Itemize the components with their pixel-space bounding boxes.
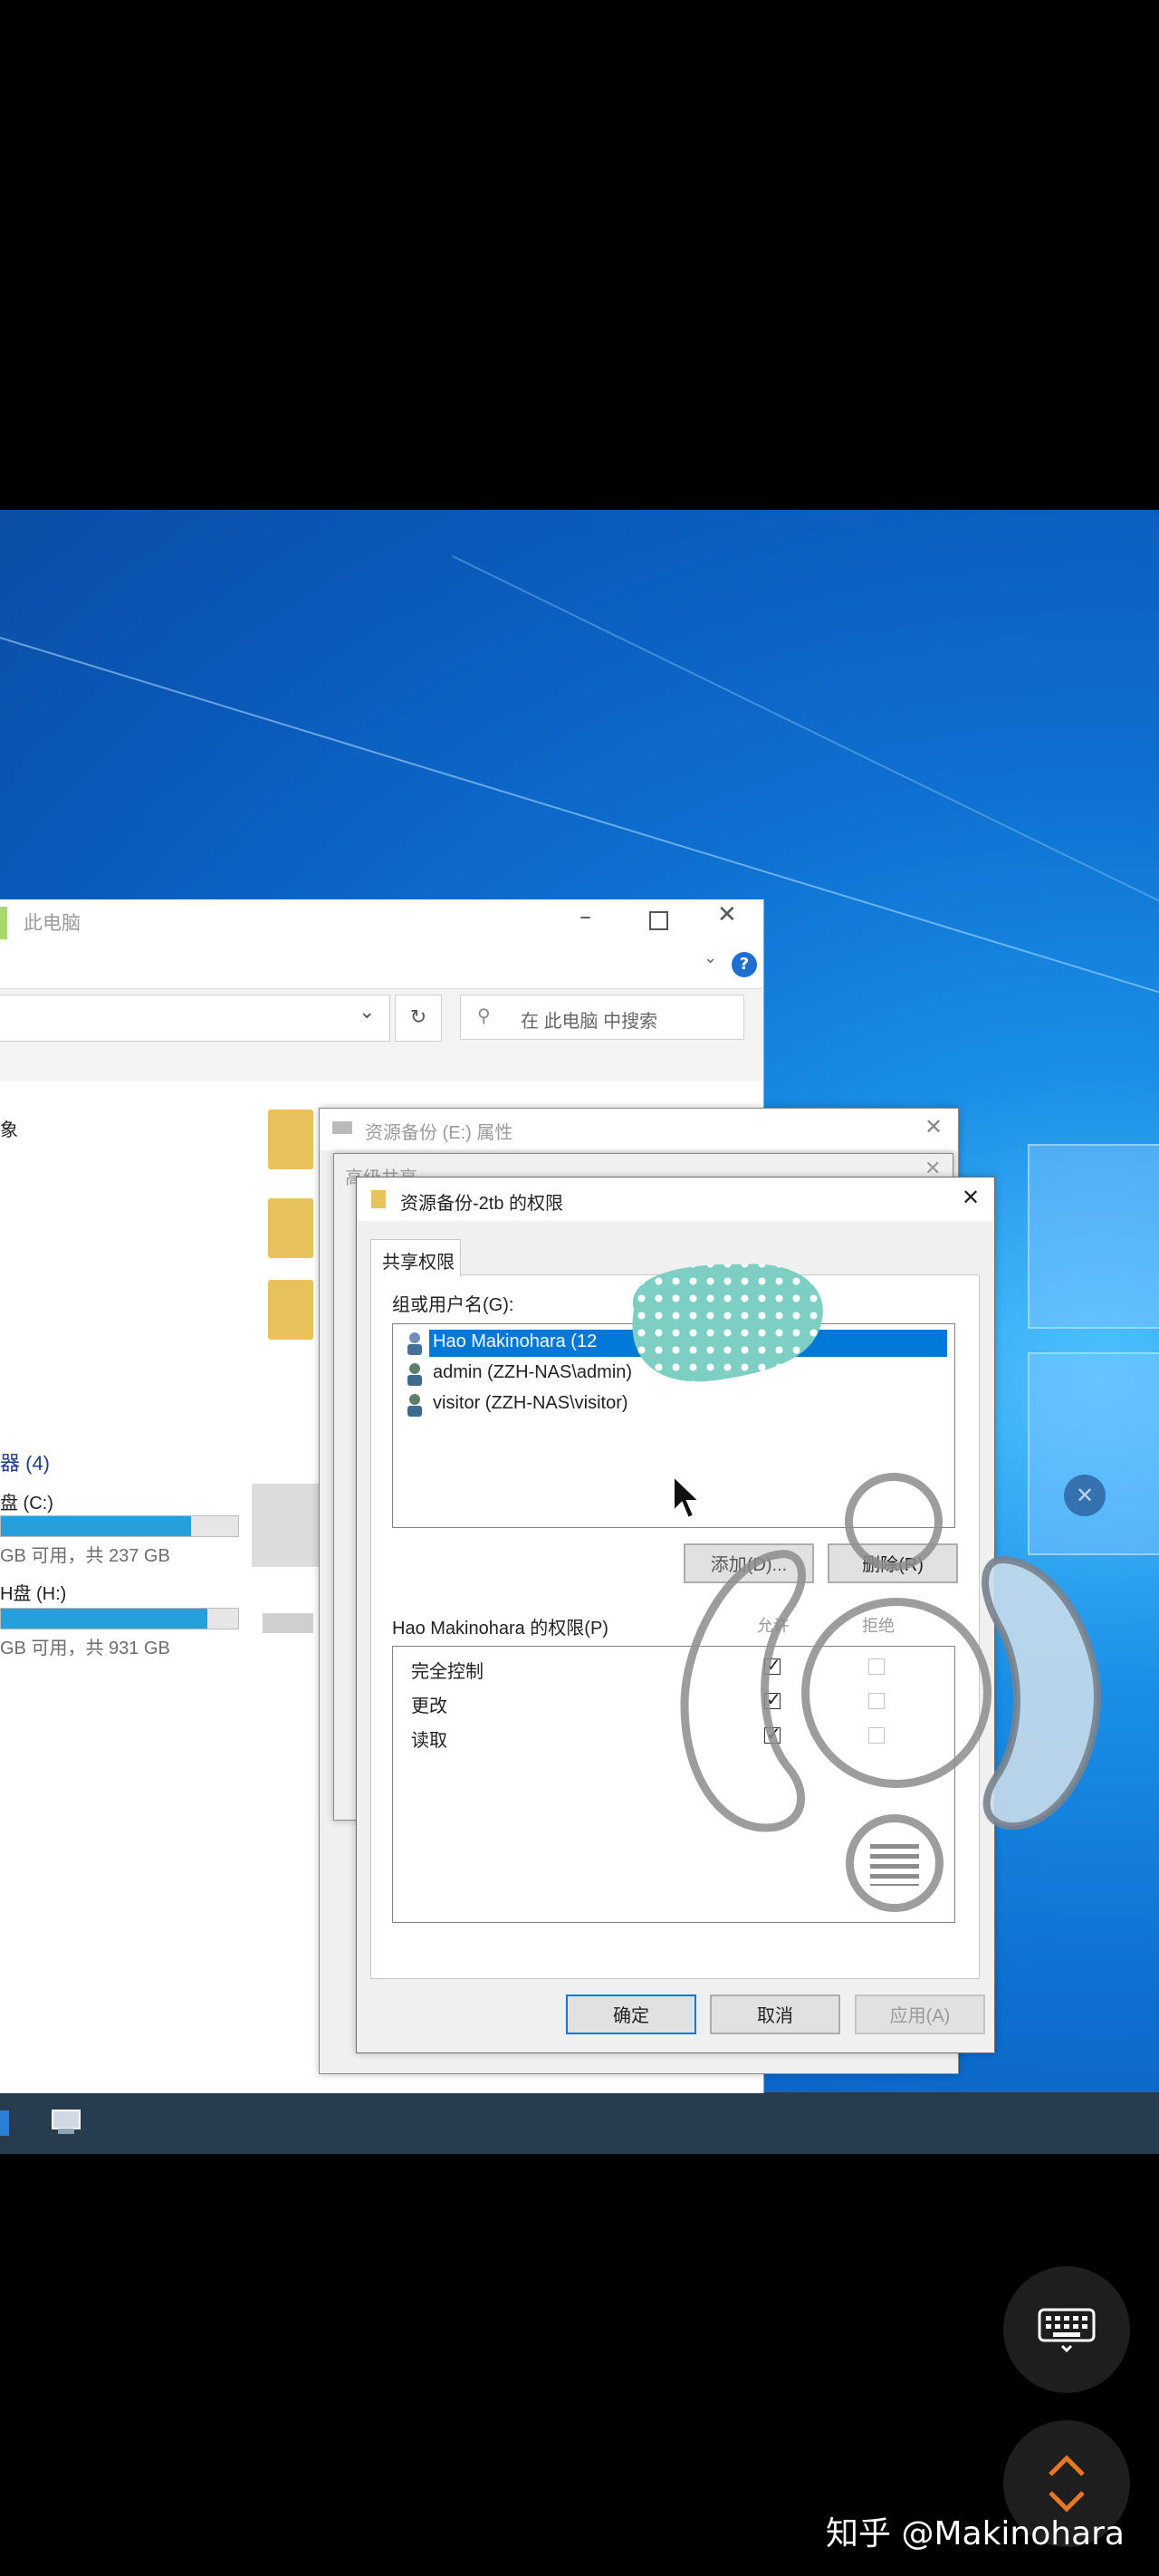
search-input[interactable]: ⚲ 在 此电脑 中搜索 xyxy=(460,995,744,1040)
cancel-button[interactable]: 取消 xyxy=(710,1994,840,2034)
drive-c-info: GB 可用，共 237 GB xyxy=(0,1546,170,1566)
tab-label: 共享权限 xyxy=(382,1253,455,1273)
user-label: visitor (ZZH-NAS\visitor) xyxy=(433,1393,628,1413)
user-icon xyxy=(407,1394,422,1417)
permissions-label: Hao Makinohara 的权限(P) xyxy=(392,1619,608,1639)
permission-name: 读取 xyxy=(411,1731,447,1751)
drive-h-usage-fill xyxy=(1,1609,207,1629)
permission-name: 完全控制 xyxy=(411,1662,484,1682)
overlay-joystick[interactable] xyxy=(801,1598,991,1788)
user-icon xyxy=(407,1363,422,1386)
windows-logo-pane xyxy=(1028,1352,1159,1555)
maximize-icon[interactable] xyxy=(649,911,668,930)
drive-c-icon[interactable] xyxy=(252,1484,319,1567)
menu-lines-icon xyxy=(870,1844,919,1886)
polka-dot-sticker xyxy=(632,1264,823,1382)
keyboard-button[interactable] xyxy=(1003,2266,1130,2393)
permissions-close-icon[interactable]: ✕ xyxy=(962,1185,980,1210)
permission-name: 更改 xyxy=(411,1697,447,1716)
documents-folder-icon[interactable] xyxy=(268,1198,313,1258)
music-folder-icon[interactable] xyxy=(268,1280,313,1340)
videos-folder-icon[interactable] xyxy=(268,1110,313,1169)
chevron-down-icon[interactable]: ⌄ xyxy=(704,948,717,967)
folder-ribbon-icon xyxy=(0,907,7,939)
section-devices-label: 器 (4) xyxy=(0,1452,51,1475)
drive-icon xyxy=(332,1121,352,1134)
group-label: 组或用户名(G): xyxy=(392,1295,514,1315)
overlay-right-trigger[interactable] xyxy=(978,1551,1105,1837)
properties-close-icon[interactable]: ✕ xyxy=(924,1114,943,1139)
user-icon xyxy=(407,1332,422,1355)
ok-button[interactable]: 确定 xyxy=(566,1994,696,2034)
overlay-close-icon[interactable]: ✕ xyxy=(1064,1475,1106,1516)
address-dropdown-icon[interactable]: ⌄ xyxy=(359,1001,375,1024)
drive-c-usage-fill xyxy=(1,1516,191,1536)
windows-logo-pane xyxy=(1028,1144,1159,1329)
taskbar-app-icon[interactable] xyxy=(0,2110,9,2136)
explorer-title: 此电脑 xyxy=(24,913,81,934)
search-icon: ⚲ xyxy=(477,1004,491,1026)
network-drive-icon[interactable] xyxy=(51,2109,83,2138)
permissions-title: 资源备份-2tb 的权限 xyxy=(400,1194,564,1214)
section-objects-label: 象 xyxy=(0,1120,18,1140)
taskbar xyxy=(0,2092,1159,2154)
overlay-menu-button[interactable] xyxy=(846,1814,943,1912)
address-bar[interactable] xyxy=(0,995,390,1042)
drive-c-usage-bar xyxy=(0,1515,239,1537)
properties-title: 资源备份 (E:) 属性 xyxy=(365,1123,513,1143)
minimize-icon[interactable]: – xyxy=(580,903,591,930)
close-icon[interactable]: ✕ xyxy=(717,901,737,928)
drive-h-name[interactable]: H盘 (H:) xyxy=(0,1579,66,1605)
drive-h-usage-bar xyxy=(0,1608,239,1629)
drive-h-icon[interactable] xyxy=(263,1613,313,1633)
refresh-icon[interactable]: ↻ xyxy=(395,995,442,1042)
search-placeholder: 在 此电脑 中搜索 xyxy=(521,1012,658,1032)
light-ray xyxy=(452,555,1159,955)
overlay-left-trigger[interactable] xyxy=(675,1542,811,1841)
user-label: Hao Makinohara (12 xyxy=(433,1331,598,1351)
drive-c-name[interactable]: 盘 (C:) xyxy=(0,1488,53,1514)
keyboard-icon xyxy=(1038,2308,1096,2353)
folder-icon xyxy=(371,1190,386,1208)
mouse-cursor-icon xyxy=(673,1475,702,1520)
drive-h-info: GB 可用，共 931 GB xyxy=(0,1639,170,1658)
help-icon[interactable]: ? xyxy=(732,952,757,977)
overlay-button-small[interactable] xyxy=(845,1473,943,1571)
apply-button[interactable]: 应用(A) xyxy=(855,1994,985,2034)
user-list-item[interactable]: visitor (ZZH-NAS\visitor) xyxy=(398,1389,947,1419)
user-label: admin (ZZH-NAS\admin) xyxy=(433,1362,633,1382)
tab-share-permissions[interactable]: 共享权限 xyxy=(370,1239,461,1276)
watermark-text: 知乎 @Makinohara xyxy=(826,2515,1125,2552)
